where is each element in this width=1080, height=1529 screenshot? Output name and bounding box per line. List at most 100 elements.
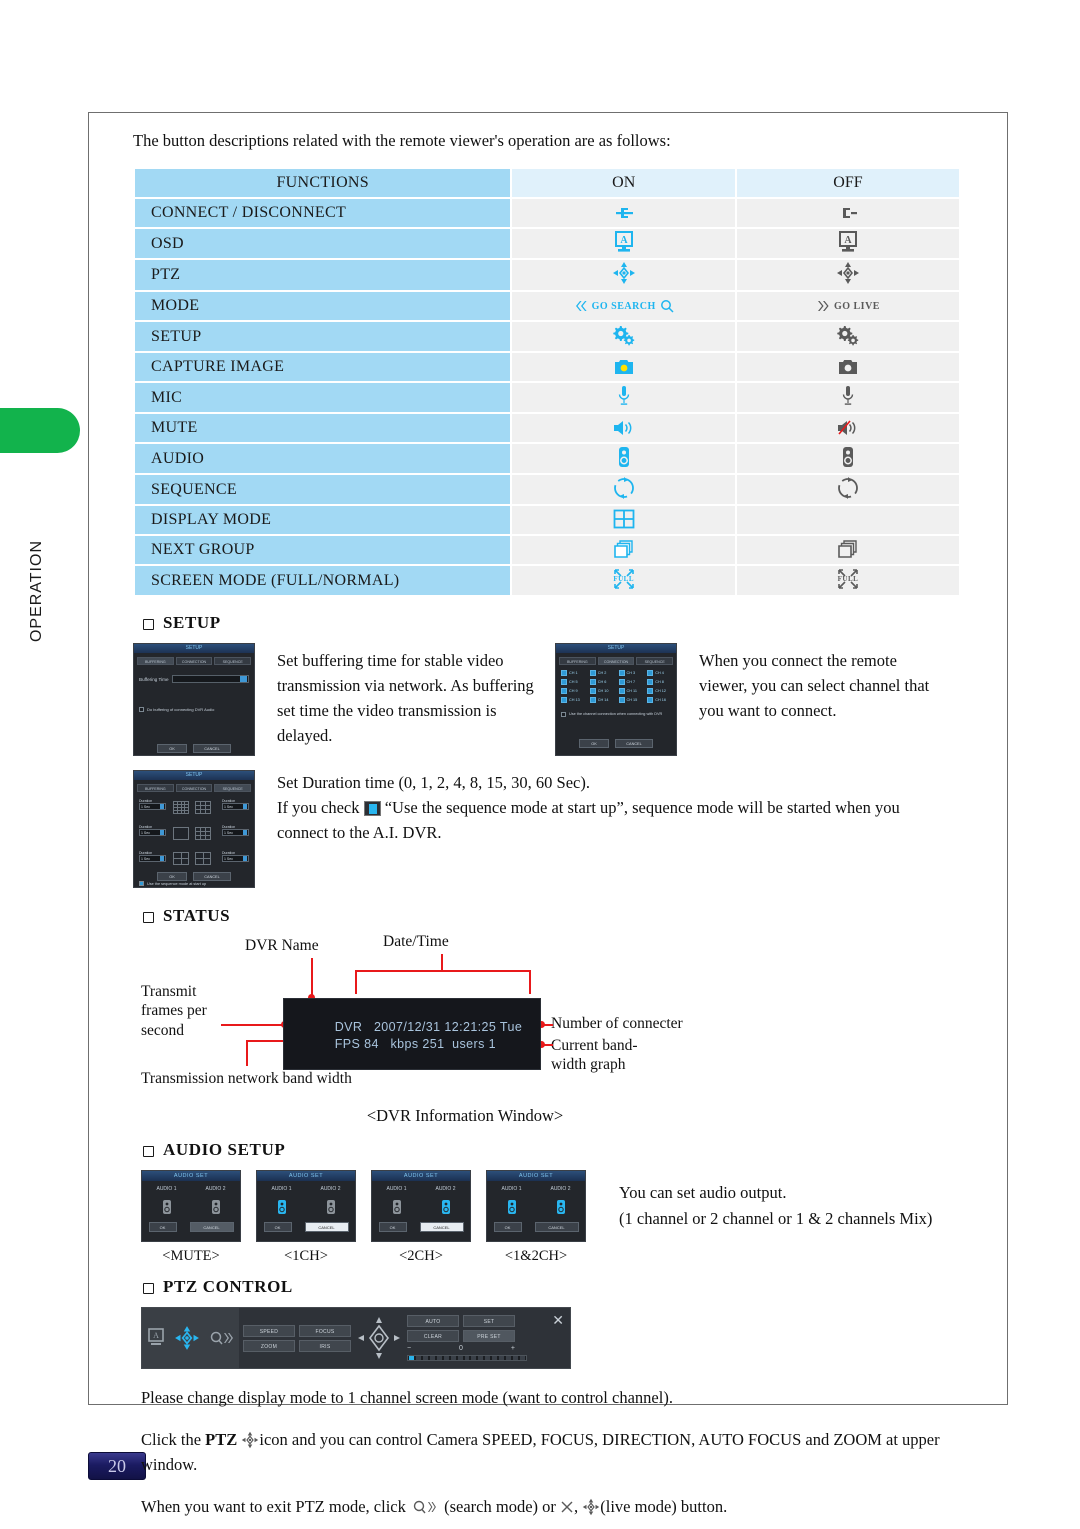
channel-item[interactable]: CH 3 bbox=[618, 670, 643, 676]
duration-value[interactable]: 1 Sec bbox=[139, 803, 166, 810]
cancel-button[interactable]: CANCEL bbox=[193, 872, 231, 881]
channel-item[interactable]: CH 16 bbox=[647, 697, 671, 703]
channel-item[interactable]: CH 7 bbox=[618, 679, 643, 685]
ptz-iris-button[interactable]: IRIS bbox=[299, 1339, 351, 1352]
tab-sequence[interactable]: SEQUENCE bbox=[636, 657, 674, 665]
ptz-preset-button[interactable]: PRE SET bbox=[463, 1330, 515, 1342]
ptz-zoom-button[interactable]: ZOOM bbox=[243, 1339, 295, 1352]
audio-speaker-icon-active[interactable] bbox=[507, 1199, 517, 1215]
preset-plus-icon[interactable]: + bbox=[511, 1345, 515, 1352]
preset-slider-thumb[interactable] bbox=[409, 1356, 414, 1360]
cancel-button[interactable]: CANCEL bbox=[193, 744, 231, 753]
ok-button[interactable]: OK bbox=[493, 1222, 522, 1232]
ptz-clear-button[interactable]: CLEAR bbox=[407, 1330, 459, 1342]
channel-checkbox[interactable] bbox=[618, 679, 625, 685]
duration-field[interactable]: Duration 1 Sec bbox=[222, 851, 249, 862]
audio-speaker-icon[interactable] bbox=[392, 1199, 402, 1215]
cancel-button[interactable]: CANCEL bbox=[304, 1222, 349, 1232]
tab-connection[interactable]: CONNECTION bbox=[597, 657, 635, 665]
ok-button[interactable]: OK bbox=[263, 1222, 292, 1232]
row-label: PTZ bbox=[135, 260, 511, 290]
buffering-time-select[interactable] bbox=[171, 675, 249, 683]
audio-speaker-icon-active[interactable] bbox=[277, 1199, 287, 1215]
channel-item[interactable]: CH 10 bbox=[589, 688, 614, 694]
ptz-speed-button[interactable]: SPEED bbox=[243, 1324, 295, 1337]
channel-checkbox[interactable] bbox=[589, 670, 596, 676]
audio-speaker-icon[interactable] bbox=[162, 1199, 172, 1215]
channel-item[interactable]: CH 11 bbox=[618, 688, 643, 694]
ok-button[interactable]: OK bbox=[148, 1222, 177, 1232]
cancel-button[interactable]: CANCEL bbox=[615, 739, 653, 748]
ptz-dpad-icon[interactable] bbox=[174, 1325, 200, 1351]
duration-value[interactable]: 1 Sec bbox=[222, 855, 249, 862]
channel-item[interactable]: CH 8 bbox=[647, 679, 671, 685]
channel-item[interactable]: CH 5 bbox=[561, 679, 585, 685]
channel-item[interactable]: CH 15 bbox=[618, 697, 643, 703]
ptz-close-icon[interactable]: ✕ bbox=[552, 1312, 564, 1329]
channel-checkbox[interactable] bbox=[618, 670, 625, 676]
preset-slider[interactable] bbox=[407, 1355, 527, 1361]
connection-note-checkbox[interactable] bbox=[561, 712, 566, 717]
duration-field[interactable]: Duration 1 Sec bbox=[222, 799, 249, 810]
ptz-focus-button[interactable]: FOCUS bbox=[299, 1324, 351, 1337]
tab-sequence[interactable]: SEQUENCE bbox=[214, 784, 252, 792]
tab-buffering[interactable]: BUFFERING bbox=[559, 657, 596, 665]
duration-value[interactable]: 1 Sec bbox=[222, 829, 249, 836]
go-search-icon[interactable] bbox=[209, 1330, 235, 1346]
ok-button[interactable]: OK bbox=[157, 744, 187, 753]
duration-value[interactable]: 1 Sec bbox=[139, 855, 166, 862]
channel-item[interactable]: CH 13 bbox=[561, 697, 585, 703]
channel-checkbox[interactable] bbox=[561, 679, 567, 685]
channel-item[interactable]: CH 6 bbox=[589, 679, 614, 685]
ok-button[interactable]: OK bbox=[378, 1222, 407, 1232]
ptz-joystick-icon[interactable] bbox=[356, 1315, 402, 1361]
duration-value[interactable]: 1 Sec bbox=[222, 803, 249, 810]
channel-item[interactable]: CH 9 bbox=[561, 688, 585, 694]
buffering-audio-checkbox[interactable] bbox=[139, 707, 144, 712]
channel-checkbox[interactable] bbox=[561, 688, 567, 694]
tab-connection[interactable]: CONNECTION bbox=[175, 784, 213, 792]
channel-checkbox[interactable] bbox=[647, 679, 654, 685]
preset-minus-icon[interactable]: − bbox=[407, 1345, 411, 1352]
channel-checkbox[interactable] bbox=[589, 688, 596, 694]
audio-speaker-icon-active[interactable] bbox=[441, 1199, 451, 1215]
channel-checkbox[interactable] bbox=[589, 679, 596, 685]
cancel-button[interactable]: CANCEL bbox=[534, 1222, 579, 1232]
channel-checkbox[interactable] bbox=[618, 697, 625, 703]
channel-item[interactable]: CH 1 bbox=[561, 670, 585, 676]
channel-checkbox[interactable] bbox=[647, 670, 654, 676]
duration-field[interactable]: Duration 1 Sec bbox=[139, 825, 166, 836]
tab-sequence[interactable]: SEQUENCE bbox=[214, 657, 252, 665]
sequence-startup-checkbox[interactable] bbox=[139, 881, 144, 886]
ptz-para-3: When you want to exit PTZ mode, click (s… bbox=[141, 1494, 967, 1520]
duration-field[interactable]: Duration 1 Sec bbox=[139, 851, 166, 862]
ptz-auto-button[interactable]: AUTO bbox=[407, 1315, 459, 1327]
channel-checkbox[interactable] bbox=[589, 697, 596, 703]
audio-speaker-icon[interactable] bbox=[211, 1199, 221, 1215]
row-label: SETUP bbox=[135, 322, 511, 351]
tab-buffering[interactable]: BUFFERING bbox=[137, 657, 174, 665]
channel-item[interactable]: CH 14 bbox=[589, 697, 614, 703]
osd-monitor-icon[interactable]: A bbox=[147, 1328, 165, 1348]
channel-checkbox[interactable] bbox=[647, 697, 654, 703]
duration-field[interactable]: Duration 1 Sec bbox=[139, 799, 166, 810]
tab-connection[interactable]: CONNECTION bbox=[175, 657, 213, 665]
audio-speaker-icon-active[interactable] bbox=[556, 1199, 566, 1215]
cancel-button[interactable]: CANCEL bbox=[189, 1222, 234, 1232]
cancel-button[interactable]: CANCEL bbox=[419, 1222, 464, 1232]
tab-buffering[interactable]: BUFFERING bbox=[137, 784, 174, 792]
ok-button[interactable]: OK bbox=[157, 872, 187, 881]
audio-speaker-icon[interactable] bbox=[326, 1199, 336, 1215]
duration-value[interactable]: 1 Sec bbox=[139, 829, 166, 836]
channel-item[interactable]: CH 4 bbox=[647, 670, 671, 676]
channel-checkbox[interactable] bbox=[561, 697, 567, 703]
leader-line bbox=[541, 1044, 553, 1046]
channel-checkbox[interactable] bbox=[561, 670, 567, 676]
ptz-set-button[interactable]: SET bbox=[463, 1315, 515, 1327]
channel-item[interactable]: CH 2 bbox=[589, 670, 614, 676]
ok-button[interactable]: OK bbox=[579, 739, 609, 748]
channel-checkbox[interactable] bbox=[647, 688, 654, 694]
channel-item[interactable]: CH 12 bbox=[647, 688, 671, 694]
duration-field[interactable]: Duration 1 Sec bbox=[222, 825, 249, 836]
channel-checkbox[interactable] bbox=[618, 688, 625, 694]
